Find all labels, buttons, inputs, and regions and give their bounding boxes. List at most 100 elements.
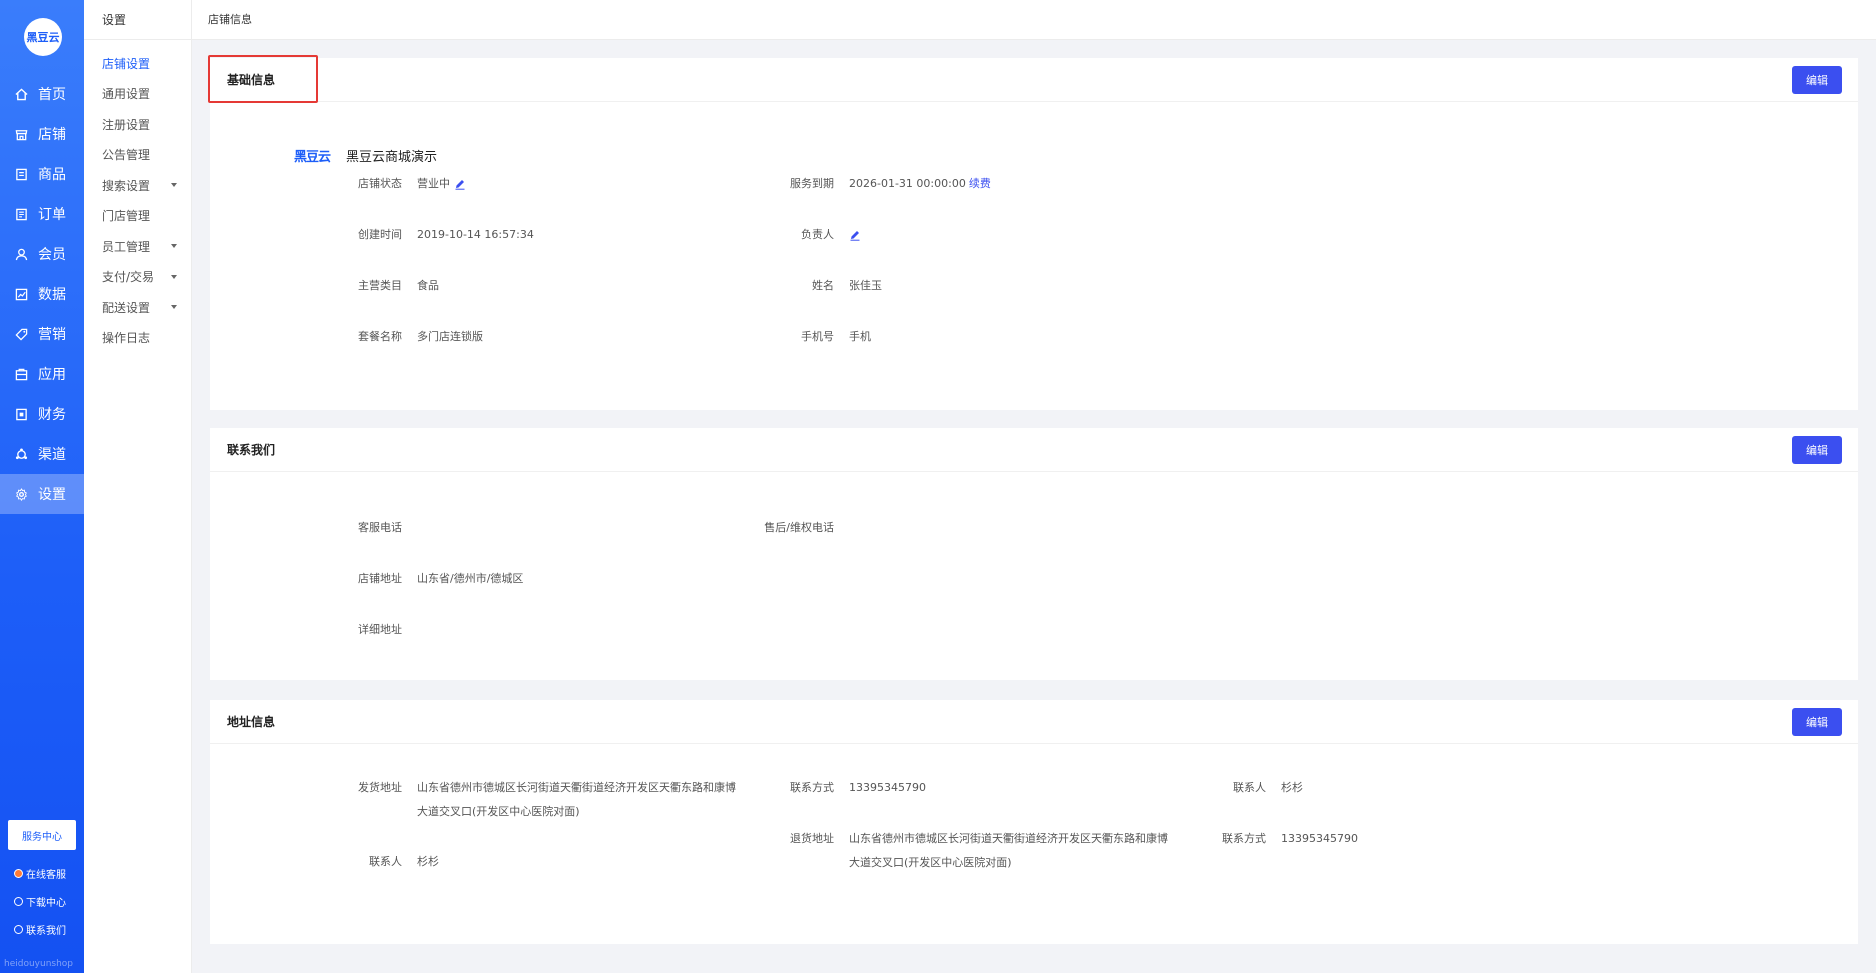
home-icon [14, 87, 28, 101]
nav-finance-label: 财务 [38, 407, 66, 423]
expire-date-text: 2026-01-31 00:00:00 [849, 177, 966, 190]
field-shop-status: 店铺状态 营业中 [342, 172, 466, 196]
nav-member[interactable]: 会员 [0, 234, 84, 274]
nav-channel-label: 渠道 [38, 447, 66, 463]
nav-store[interactable]: 店铺 [0, 114, 84, 154]
basic-info-card: 基础信息 编辑 黑豆云 黑豆云商城演示 店铺状态 营业中 创建时间 2019-1… [208, 55, 1858, 410]
nav-settings[interactable]: 设置 [0, 474, 84, 514]
nav-goods-label: 商品 [38, 167, 66, 183]
basic-info-edit-button[interactable]: 编辑 [1792, 66, 1842, 94]
submenu-item-register[interactable]: 注册设置 [84, 109, 191, 140]
ship-address-line1: 山东省德州市德城区长河街道天衢街道经济开发区天衢东路和康博 [417, 781, 736, 794]
label-plan: 套餐名称 [358, 330, 402, 343]
contact-body: 客服电话 售后/维权电话 店铺地址 山东省/德州市/德城区 详细地址 [210, 472, 1858, 680]
label-detail-address: 详细地址 [358, 623, 402, 636]
download-center-label: 下载中心 [26, 898, 66, 909]
value-store-address: 山东省/德州市/德城区 [417, 572, 524, 585]
value-return-address: 山东省德州市德城区长河街道天衢街道经济开发区天衢东路和康博 大道交叉口(开发区中… [849, 827, 1189, 875]
field-return-address: 退货地址 山东省德州市德城区长河街道天衢街道经济开发区天衢东路和康博 大道交叉口… [762, 827, 1189, 875]
submenu-item-outlets[interactable]: 门店管理 [84, 201, 191, 232]
return-address-line1: 山东省德州市德城区长河街道天衢街道经济开发区天衢东路和康博 [849, 832, 1168, 845]
field-name: 姓名 张佳玉 [762, 274, 882, 298]
renew-link[interactable]: 续费 [969, 177, 991, 190]
contact-edit-button[interactable]: 编辑 [1792, 436, 1842, 464]
basic-info-title: 基础信息 [227, 73, 276, 87]
submenu-item-label: 门店管理 [102, 209, 151, 224]
submenu-item-staff[interactable]: 员工管理 [84, 231, 191, 262]
contact-card: 联系我们 编辑 客服电话 售后/维权电话 店铺地址 山东省/德州市/德城区 详细… [210, 428, 1858, 680]
shop-logo: 黑豆云 [294, 150, 331, 165]
submenu-item-general[interactable]: 通用设置 [84, 79, 191, 110]
field-created-time: 创建时间 2019-10-14 16:57:34 [342, 223, 534, 247]
tag-icon [14, 327, 28, 341]
label-service-phone: 客服电话 [358, 521, 402, 534]
submenu-item-label: 配送设置 [102, 300, 151, 315]
submenu-item-label: 员工管理 [102, 239, 151, 254]
label-return-phone: 联系方式 [1222, 832, 1266, 845]
nav-marketing-label: 营销 [38, 327, 66, 343]
nav-order-label: 订单 [38, 207, 66, 223]
field-ship-contact: 联系人 杉杉 [342, 850, 439, 874]
value-service-expire: 2026-01-31 00:00:00 续费 [849, 172, 991, 196]
label-name: 姓名 [812, 279, 834, 292]
label-created-time: 创建时间 [358, 228, 402, 241]
value-return-phone: 13395345790 [1281, 832, 1358, 845]
label-contact-person: 联系人 [1233, 781, 1266, 794]
contact-header: 联系我们 编辑 [210, 428, 1858, 472]
channel-icon [14, 447, 28, 461]
nav-goods[interactable]: 商品 [0, 154, 84, 194]
order-icon [14, 207, 28, 221]
chevron-down-icon [171, 274, 177, 279]
value-ship-contact: 杉杉 [417, 855, 439, 868]
address-edit-button[interactable]: 编辑 [1792, 708, 1842, 736]
app-logo[interactable]: 黑豆云 [24, 18, 62, 56]
label-ship-phone: 联系方式 [790, 781, 834, 794]
app-icon [14, 367, 28, 381]
finance-icon [14, 407, 28, 421]
watermark-text: heidouyunshop [4, 959, 74, 969]
nav-app[interactable]: 应用 [0, 354, 84, 394]
service-center-button[interactable]: 服务中心 [8, 820, 76, 850]
field-ship-address: 发货地址 山东省德州市德城区长河街道天衢街道经济开发区天衢东路和康博 大道交叉口… [342, 776, 757, 824]
online-service-label: 在线客服 [26, 870, 66, 881]
contact-us-link[interactable]: 联系我们 [14, 922, 66, 937]
submenu-item-delivery[interactable]: 配送设置 [84, 292, 191, 323]
contact-us-label: 联系我们 [26, 926, 66, 937]
field-store-address: 店铺地址 山东省/德州市/德城区 [342, 567, 523, 591]
nav-finance[interactable]: 财务 [0, 394, 84, 434]
address-card: 地址信息 编辑 发货地址 山东省德州市德城区长河街道天衢街道经济开发区天衢东路和… [210, 700, 1858, 944]
shop-status-text: 营业中 [417, 177, 450, 190]
field-service-expire: 服务到期 2026-01-31 00:00:00 续费 [762, 172, 991, 196]
breadcrumb: 店铺信息 [192, 0, 1876, 40]
address-header: 地址信息 编辑 [210, 700, 1858, 744]
submenu-item-search[interactable]: 搜索设置 [84, 170, 191, 201]
nav-home[interactable]: 首页 [0, 74, 84, 114]
nav-data-label: 数据 [38, 287, 66, 303]
online-service-link[interactable]: 在线客服 [14, 866, 66, 881]
field-contact-person: 联系人 杉杉 [1194, 776, 1303, 800]
basic-info-header: 基础信息 编辑 [208, 55, 1858, 103]
value-contact-person: 杉杉 [1281, 781, 1303, 794]
label-ship-contact: 联系人 [369, 855, 402, 868]
nav-app-label: 应用 [38, 367, 66, 383]
nav-order[interactable]: 订单 [0, 194, 84, 234]
nav-channel[interactable]: 渠道 [0, 434, 84, 474]
field-owner: 负责人 [762, 223, 861, 247]
submenu-item-notice[interactable]: 公告管理 [84, 140, 191, 171]
shop-name: 黑豆云商城演示 [346, 150, 438, 165]
main-nav: 首页 店铺 商品 订单 会员 数据 营销 应用 财务 渠道 设置 [0, 74, 84, 514]
download-center-link[interactable]: 下载中心 [14, 894, 66, 909]
breadcrumb-current: 店铺信息 [208, 13, 252, 26]
value-created-time: 2019-10-14 16:57:34 [417, 228, 534, 241]
submenu-item-store-settings[interactable]: 店铺设置 [84, 48, 191, 79]
submenu-item-label: 支付/交易 [102, 270, 155, 285]
submenu-item-payment[interactable]: 支付/交易 [84, 262, 191, 293]
value-ship-address: 山东省德州市德城区长河街道天衢街道经济开发区天衢东路和康博 大道交叉口(开发区中… [417, 776, 757, 824]
submenu-list: 店铺设置 通用设置 注册设置 公告管理 搜索设置 门店管理 员工管理 支付/交易… [84, 40, 191, 353]
edit-pen-icon[interactable] [849, 229, 861, 241]
label-ship-address: 发货地址 [358, 781, 402, 794]
submenu-item-logs[interactable]: 操作日志 [84, 323, 191, 354]
nav-data[interactable]: 数据 [0, 274, 84, 314]
edit-pen-icon[interactable] [454, 178, 466, 190]
nav-marketing[interactable]: 营销 [0, 314, 84, 354]
